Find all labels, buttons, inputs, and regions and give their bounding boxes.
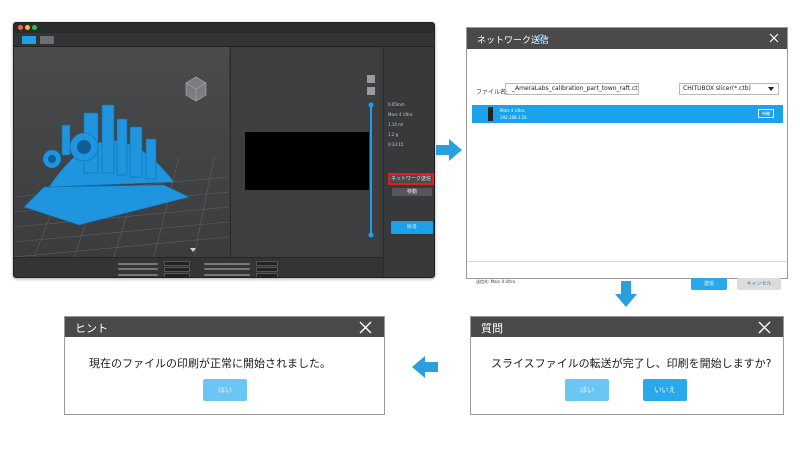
layer-preview [230, 47, 382, 257]
ok-button[interactable]: はい [203, 379, 247, 401]
printer-model-value: Mars 4 Ultra [388, 112, 413, 117]
view-icon[interactable] [367, 87, 375, 95]
arrow-left-icon [412, 356, 438, 378]
dialog-header: ネットワーク送信 [467, 28, 787, 49]
model-viewport[interactable] [14, 47, 229, 257]
stat-field[interactable] [256, 261, 278, 266]
dialog-header: ヒント [65, 317, 384, 337]
stat-label [118, 268, 158, 270]
hint-dialog: ヒント 現在のファイルの印刷が正常に開始されました。 はい [64, 316, 385, 415]
slicer-toolbar [14, 33, 434, 47]
destination-text: 送信先: Mars 4 Ultra [476, 279, 516, 284]
stat-field[interactable] [164, 267, 190, 272]
network-send-button[interactable]: ネットワーク送信 [388, 173, 434, 185]
file-name-label: ファイル名: [476, 89, 509, 96]
close-icon[interactable] [769, 33, 779, 43]
arrow-down-icon [615, 281, 637, 307]
dialog-title: 質問 [481, 322, 503, 335]
stat-label [118, 263, 158, 265]
refresh-icon[interactable] [538, 34, 546, 42]
print-settings-panel: 0.05mm Mars 4 Ultra 1.14 ml 1.2 g 0:33:1… [383, 47, 435, 278]
stat-field[interactable] [164, 273, 190, 277]
model-render [14, 76, 229, 257]
slicer-window: 0.05mm Mars 4 Ultra 1.14 ml 1.2 g 0:33:1… [13, 22, 435, 278]
volume-value: 1.14 ml [388, 122, 404, 127]
file-type-select[interactable]: CHITUBOX slicer(*.ctb) [679, 83, 779, 95]
no-button[interactable]: いいえ [643, 379, 687, 401]
slice-stats-bar [14, 257, 383, 277]
stat-label [204, 268, 250, 270]
move-button[interactable]: 移動 [392, 188, 432, 196]
dialog-title: ヒント [75, 322, 108, 335]
file-type-value: CHITUBOX slicer(*.ctb) [683, 85, 751, 92]
tab-preview[interactable] [40, 36, 54, 44]
printer-icon [488, 107, 493, 121]
back-button[interactable]: 戻る [391, 221, 433, 234]
print-time-value: 0:33:15 [388, 142, 404, 147]
view-cube-icon[interactable] [185, 76, 207, 102]
hint-message: 現在のファイルの印刷が正常に開始されました。 [89, 357, 331, 370]
minimize-window-icon[interactable] [25, 25, 30, 30]
layer-range-slider[interactable] [367, 75, 381, 245]
layer-slider[interactable] [384, 47, 435, 278]
divider [467, 261, 787, 262]
workflow-stage: 0.05mm Mars 4 Ultra 1.14 ml 1.2 g 0:33:1… [0, 0, 800, 450]
layer-height-value: 0.05mm [388, 102, 405, 107]
network-send-dialog: ネットワーク送信 ファイル名: _AmeraLabs_calibration_p… [466, 27, 788, 290]
window-titlebar [14, 23, 434, 33]
layer-image [245, 132, 369, 190]
grid-icon[interactable] [367, 75, 375, 83]
yes-button[interactable]: はい [565, 379, 609, 401]
status-badge: 待機 [758, 109, 774, 118]
send-button[interactable]: 送信 [691, 278, 727, 290]
stat-label [204, 274, 250, 276]
tab-slice[interactable] [22, 36, 36, 44]
close-icon[interactable] [758, 321, 771, 334]
stat-label [118, 274, 158, 276]
close-window-icon[interactable] [18, 25, 23, 30]
question-dialog: 質問 スライスファイルの転送が完了し、印刷を開始しますか? はい いいえ [470, 316, 784, 415]
close-icon[interactable] [359, 321, 372, 334]
printer-name: Mars 4 Ultra [500, 108, 525, 113]
arrow-right-icon [436, 139, 462, 161]
stat-field[interactable] [164, 261, 190, 266]
chevron-down-icon [768, 87, 774, 91]
weight-value: 1.2 g [388, 132, 399, 137]
printer-list-item[interactable]: Mars 4 Ultra 192.168.1.54 待機 [472, 105, 783, 123]
file-name-input[interactable]: _AmeraLabs_calibration_part_town_raft.ct… [505, 83, 639, 95]
stat-field[interactable] [256, 267, 278, 272]
stat-field[interactable] [256, 273, 278, 277]
printer-ip: 192.168.1.54 [500, 115, 527, 120]
question-message: スライスファイルの転送が完了し、印刷を開始しますか? [491, 357, 772, 370]
maximize-window-icon[interactable] [32, 25, 37, 30]
cancel-button[interactable]: キャンセル [737, 278, 781, 290]
dialog-header: 質問 [471, 317, 783, 337]
stat-label [204, 263, 250, 265]
